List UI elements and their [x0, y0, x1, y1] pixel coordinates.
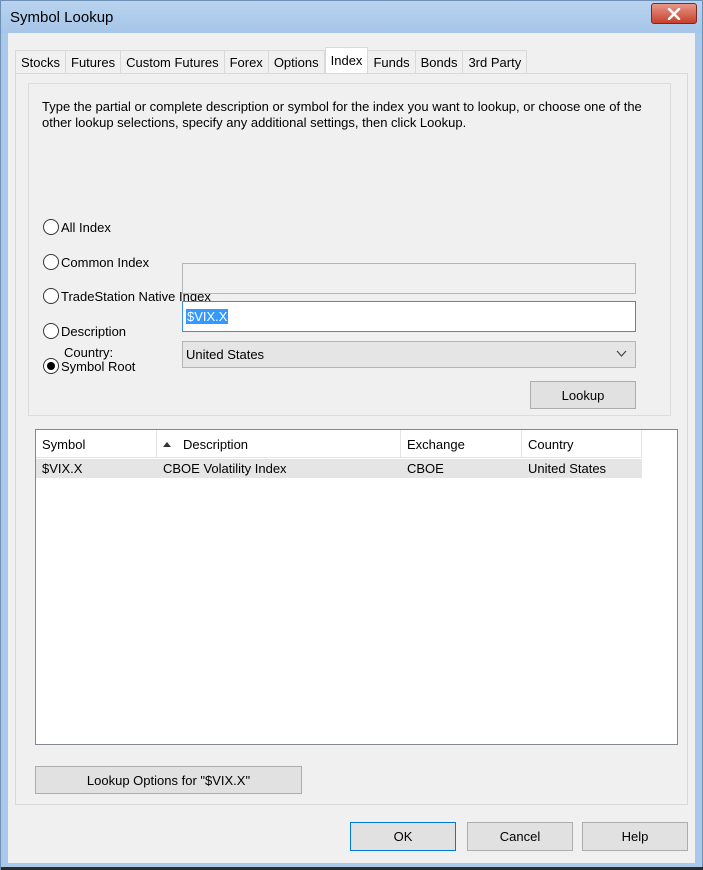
- close-icon: [667, 7, 681, 20]
- country-label: Country:: [64, 345, 114, 360]
- column-header-symbol[interactable]: Symbol: [36, 430, 157, 458]
- symbol-lookup-window: Symbol Lookup Stocks Futures Custom Futu…: [0, 0, 703, 870]
- radio-button[interactable]: [43, 254, 59, 270]
- radio-button[interactable]: [43, 288, 59, 304]
- radio-label: Common Index: [61, 254, 150, 270]
- tab-forex[interactable]: Forex: [224, 50, 269, 73]
- country-dropdown[interactable]: United States: [182, 341, 636, 368]
- window-title: Symbol Lookup: [10, 9, 114, 26]
- description-input[interactable]: [182, 263, 636, 294]
- lookup-button[interactable]: Lookup: [530, 381, 636, 409]
- radio-label: Description: [61, 323, 127, 339]
- column-header-description[interactable]: Description: [157, 430, 401, 458]
- radio-label: Symbol Root: [61, 358, 136, 374]
- column-header-label: Description: [183, 436, 249, 452]
- tab-custom-futures[interactable]: Custom Futures: [121, 50, 225, 73]
- cell-country: United States: [528, 461, 607, 476]
- results-header: Symbol Description Exchange Country: [36, 430, 642, 458]
- radio-all-index[interactable]: All Index: [43, 218, 111, 236]
- table-row[interactable]: $VIX.X CBOE Volatility Index CBOE United…: [36, 459, 642, 478]
- sort-ascending-icon: [163, 441, 171, 447]
- radio-common-index[interactable]: Common Index: [43, 253, 149, 271]
- tab-bonds[interactable]: Bonds: [415, 50, 464, 73]
- title-bar[interactable]: Symbol Lookup: [1, 1, 702, 33]
- column-header-exchange[interactable]: Exchange: [401, 430, 522, 458]
- chevron-down-icon: [616, 350, 627, 357]
- radio-button[interactable]: [43, 219, 59, 235]
- results-list[interactable]: Symbol Description Exchange Country $VIX…: [35, 429, 678, 745]
- instructions-text: Type the partial or complete description…: [42, 99, 642, 130]
- tab-3rd-party[interactable]: 3rd Party: [463, 50, 528, 73]
- cell-description: CBOE Volatility Index: [163, 461, 287, 476]
- cancel-button[interactable]: Cancel: [467, 822, 573, 851]
- tab-futures[interactable]: Futures: [66, 50, 122, 73]
- radio-button[interactable]: [43, 323, 59, 339]
- ok-button[interactable]: OK: [350, 822, 456, 851]
- help-button[interactable]: Help: [582, 822, 688, 851]
- radio-button-selected[interactable]: [43, 358, 59, 374]
- radio-description[interactable]: Description: [43, 322, 126, 340]
- cell-symbol: $VIX.X: [42, 461, 83, 476]
- country-value: United States: [186, 347, 265, 362]
- tab-funds[interactable]: Funds: [368, 50, 416, 73]
- lookup-options-button[interactable]: Lookup Options for "$VIX.X": [35, 766, 302, 794]
- column-header-country[interactable]: Country: [522, 430, 642, 458]
- cell-exchange: CBOE: [407, 461, 444, 476]
- close-button[interactable]: [651, 3, 697, 24]
- tab-index[interactable]: Index: [324, 47, 369, 73]
- tab-strip: Stocks Futures Custom Futures Forex Opti…: [15, 47, 528, 73]
- symbol-root-input[interactable]: $VIX.X: [182, 301, 636, 332]
- tab-stocks[interactable]: Stocks: [15, 50, 67, 73]
- radio-label: All Index: [61, 219, 111, 235]
- tab-options[interactable]: Options: [268, 50, 325, 73]
- dialog-body: Stocks Futures Custom Futures Forex Opti…: [8, 33, 695, 863]
- symbol-root-value: $VIX.X: [186, 309, 229, 324]
